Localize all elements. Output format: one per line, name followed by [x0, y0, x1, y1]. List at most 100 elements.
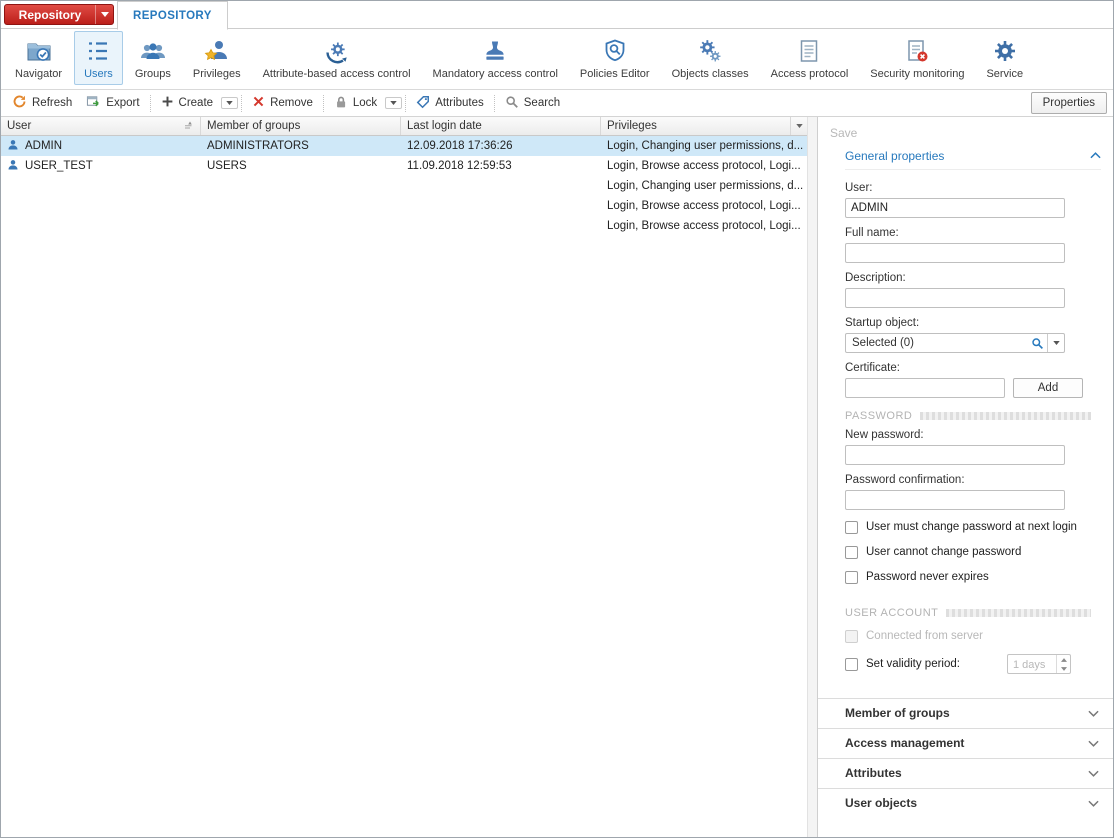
remove-button[interactable]: Remove	[245, 92, 320, 114]
section-access-management[interactable]: Access management	[818, 728, 1113, 758]
toolbar-separator	[241, 95, 242, 112]
lock-button[interactable]: Lock	[327, 92, 384, 115]
lock-dropdown-button[interactable]	[385, 97, 402, 109]
section-user-objects[interactable]: User objects	[818, 788, 1113, 818]
cell-groups: USERS	[201, 160, 401, 172]
checkbox-row: User cannot change password	[845, 545, 1101, 560]
cannot-change-password-checkbox[interactable]	[845, 546, 858, 559]
table-row[interactable]: Login, Changing user permissions, d...	[1, 176, 807, 196]
ribbon-item-privileges[interactable]: Privileges	[183, 31, 251, 85]
set-validity-period-label: Set validity period:	[866, 657, 960, 672]
stepper-up-button[interactable]	[1057, 655, 1070, 664]
toolbar-separator	[323, 95, 324, 112]
validity-period-value: 1 days	[1008, 655, 1056, 673]
section-label: Access management	[845, 736, 964, 751]
save-button[interactable]: Save	[818, 117, 1113, 140]
section-general-properties-label: General properties	[845, 149, 944, 163]
user-icon	[7, 139, 19, 154]
column-header-user[interactable]: User	[1, 117, 201, 135]
table-row[interactable]: Login, Browse access protocol, Logi...	[1, 216, 807, 236]
password-never-expires-label: Password never expires	[866, 570, 989, 585]
ribbon-item-security-monitoring[interactable]: Security monitoring	[860, 31, 974, 85]
password-confirmation-field[interactable]	[845, 490, 1065, 510]
table-row[interactable]: Login, Browse access protocol, Logi...	[1, 196, 807, 216]
attributes-button[interactable]: Attributes	[409, 92, 491, 115]
ribbon-item-label: Access protocol	[771, 68, 849, 80]
tab-repository[interactable]: REPOSITORY	[117, 1, 228, 30]
add-certificate-button[interactable]: Add	[1013, 378, 1083, 398]
stepper-down-button[interactable]	[1057, 664, 1070, 673]
toolbar-separator	[405, 95, 406, 112]
tab-repository-label: REPOSITORY	[133, 10, 212, 22]
search-icon	[505, 95, 519, 112]
cell-privileges: Login, Changing user permissions, d...	[601, 180, 807, 192]
refresh-button[interactable]: Refresh	[5, 91, 79, 115]
column-header-label: User	[7, 120, 31, 132]
certificate-field[interactable]	[845, 378, 1005, 398]
table-row[interactable]: ADMIN ADMINISTRATORS 12.09.2018 17:36:26…	[1, 136, 807, 156]
ribbon-item-policies-editor[interactable]: Policies Editor	[570, 31, 660, 85]
connected-from-server-label: Connected from server	[866, 629, 983, 644]
table-scrollbar[interactable]	[807, 117, 818, 837]
ribbon-item-label: Security monitoring	[870, 68, 964, 80]
export-icon	[86, 94, 101, 112]
access-protocol-document-icon	[796, 37, 822, 65]
chevron-down-icon	[1088, 796, 1099, 811]
section-label: Attributes	[845, 766, 902, 781]
properties-panel: Save General properties User: Full name:	[818, 117, 1113, 837]
create-button[interactable]: Create	[154, 92, 221, 114]
ribbon-item-attribute-based-access-control[interactable]: Attribute-based access control	[253, 31, 421, 85]
password-section-header: PASSWORD	[845, 410, 1091, 422]
section-member-of-groups[interactable]: Member of groups	[818, 698, 1113, 728]
new-password-field[interactable]	[845, 445, 1065, 465]
create-dropdown-button[interactable]	[221, 97, 238, 109]
column-header-last-login-date[interactable]: Last login date	[401, 117, 601, 135]
user-field-label: User:	[845, 181, 1101, 195]
export-button[interactable]: Export	[79, 91, 146, 115]
validity-period-stepper[interactable]: 1 days	[1007, 654, 1071, 674]
checkbox-row: Set validity period: 1 days	[845, 654, 1071, 674]
users-table: User Member of groups Last login date Pr…	[1, 117, 807, 837]
startup-object-combo[interactable]: Selected (0)	[845, 333, 1065, 353]
set-validity-period-checkbox[interactable]	[845, 658, 858, 671]
ribbon-item-objects-classes[interactable]: Objects classes	[662, 31, 759, 85]
section-attributes[interactable]: Attributes	[818, 758, 1113, 788]
repository-menu-arrow-icon[interactable]	[95, 5, 113, 24]
cell-privileges: Login, Browse access protocol, Logi...	[601, 220, 807, 232]
cell-privileges: Login, Browse access protocol, Logi...	[601, 160, 807, 172]
lock-icon	[334, 95, 348, 112]
column-header-privileges[interactable]: Privileges	[601, 117, 791, 135]
column-header-member-of-groups[interactable]: Member of groups	[201, 117, 401, 135]
description-field[interactable]	[845, 288, 1065, 308]
ribbon-item-users[interactable]: Users	[74, 31, 123, 85]
ribbon-item-mandatory-access-control[interactable]: Mandatory access control	[423, 31, 568, 85]
chevron-down-icon	[1088, 706, 1099, 721]
sort-ascending-icon	[184, 120, 194, 132]
table-header: User Member of groups Last login date Pr…	[1, 117, 807, 136]
search-icon[interactable]	[1027, 337, 1047, 350]
checkbox-row: User must change password at next login	[845, 520, 1101, 535]
toolbar-separator	[494, 95, 495, 112]
chevron-up-icon	[1090, 150, 1101, 162]
user-field[interactable]	[845, 198, 1065, 218]
table-row[interactable]: USER_TEST USERS 11.09.2018 12:59:53 Logi…	[1, 156, 807, 176]
startup-object-dropdown-button[interactable]	[1047, 334, 1064, 352]
section-general-properties[interactable]: General properties	[845, 149, 1101, 170]
password-never-expires-checkbox[interactable]	[845, 571, 858, 584]
ribbon-item-access-protocol[interactable]: Access protocol	[761, 31, 859, 85]
security-monitoring-document-error-icon	[904, 37, 930, 65]
ribbon-item-groups[interactable]: Groups	[125, 31, 181, 85]
must-change-password-checkbox[interactable]	[845, 521, 858, 534]
ribbon-item-label: Users	[84, 68, 113, 80]
column-options-button[interactable]	[791, 117, 807, 135]
full-name-field[interactable]	[845, 243, 1065, 263]
properties-toggle-button[interactable]: Properties	[1031, 92, 1107, 114]
search-button[interactable]: Search	[498, 92, 567, 115]
checkbox-row: Password never expires	[845, 570, 1101, 585]
create-label: Create	[179, 97, 214, 109]
repository-menu-button[interactable]: Repository	[4, 4, 114, 25]
must-change-password-label: User must change password at next login	[866, 520, 1077, 535]
objects-classes-gears-icon	[697, 37, 723, 65]
ribbon-item-navigator[interactable]: Navigator	[5, 31, 72, 85]
ribbon-item-service[interactable]: Service	[976, 31, 1033, 85]
